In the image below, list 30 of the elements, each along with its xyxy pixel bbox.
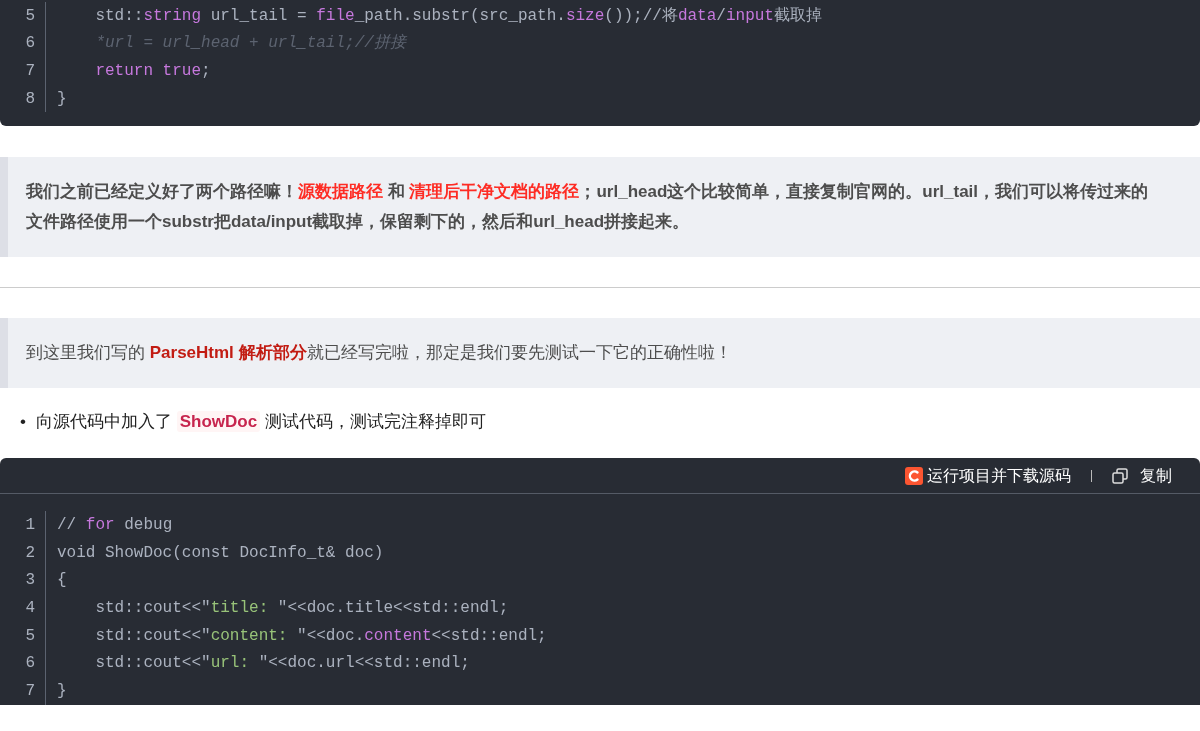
code-line: } <box>56 680 67 702</box>
blockquote: 到这里我们写的 ParseHtml 解析部分就已经写完啦，那定是我们要先测试一下它的正确性啦！ <box>0 318 1200 389</box>
code-line: // for debug <box>56 515 173 537</box>
code-line: std::cout<<"title: "<<doc.title<<std::endl; <box>94 597 509 619</box>
line-number: 1 <box>0 511 46 539</box>
run-project-button[interactable]: 运行项目并下载源码 <box>905 463 1071 488</box>
line-number: 6 <box>0 29 46 58</box>
blockquote: 我们之前已经定义好了两个路径嘛！源数据路径 和 清理后干净文档的路径；url_head这个比较简单，直接复制官网的。url_tail，我们可以将传过来的文件路径使用一个substr把data/input截取掉，保留剩下的，然后和url_head拼接起来。 <box>0 157 1200 258</box>
copy-icon <box>1112 467 1128 484</box>
list-item-text: 向源代码中加入了 ShowDoc 测试代码，测试完注释掉即可 <box>35 410 486 435</box>
code-line: void ShowDoc(const DocInfo_t& doc) <box>56 542 384 564</box>
line-number: 5 <box>0 621 46 650</box>
line-number: 8 <box>0 84 46 113</box>
line-number: 2 <box>0 538 46 567</box>
copy-button[interactable]: 复制 <box>1112 463 1172 488</box>
line-number: 3 <box>0 566 46 595</box>
line-number: 7 <box>0 57 46 85</box>
line-number: 5 <box>0 2 46 30</box>
line-number: 7 <box>0 676 46 705</box>
code-line: } <box>56 88 67 110</box>
code-line: *url = url_head + url_tail;//拼接 <box>94 33 406 55</box>
logo-icon <box>905 466 923 485</box>
bullet-marker: • <box>20 411 26 434</box>
code-line: { <box>56 570 67 592</box>
line-number: 4 <box>0 594 46 622</box>
code-line: std::cout<<"url: "<<doc.url<<std::endl; <box>94 653 470 675</box>
code-line: std::cout<<"content: "<<doc.content<<std::endl; <box>94 625 547 647</box>
code-line: std::string url_tail = file_path.substr(src_path.size());//将data/input截取掉 <box>94 5 822 27</box>
code-line: return true; <box>94 61 211 82</box>
line-number: 6 <box>0 649 46 677</box>
